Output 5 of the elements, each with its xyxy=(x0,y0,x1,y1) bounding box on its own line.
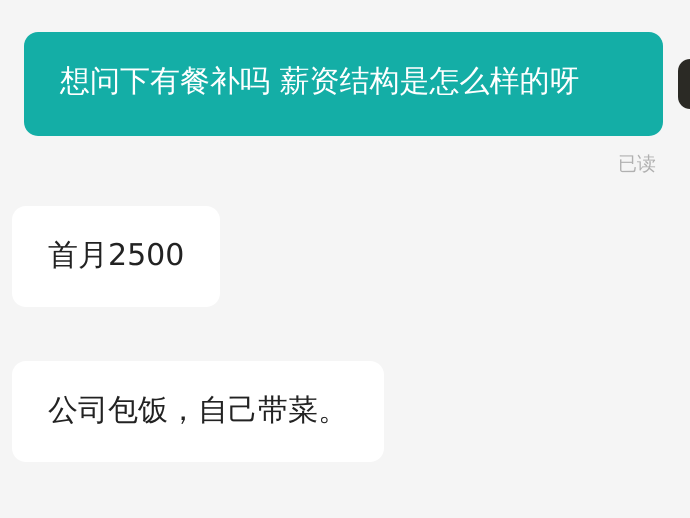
received-message: 首月2500 xyxy=(12,206,220,307)
received-message: 公司包饭，自己带菜。 xyxy=(12,361,384,462)
read-status: 已读 xyxy=(618,152,656,176)
avatar[interactable] xyxy=(678,59,690,109)
sent-message: 想问下有餐补吗 薪资结构是怎么样的呀 xyxy=(24,32,663,136)
